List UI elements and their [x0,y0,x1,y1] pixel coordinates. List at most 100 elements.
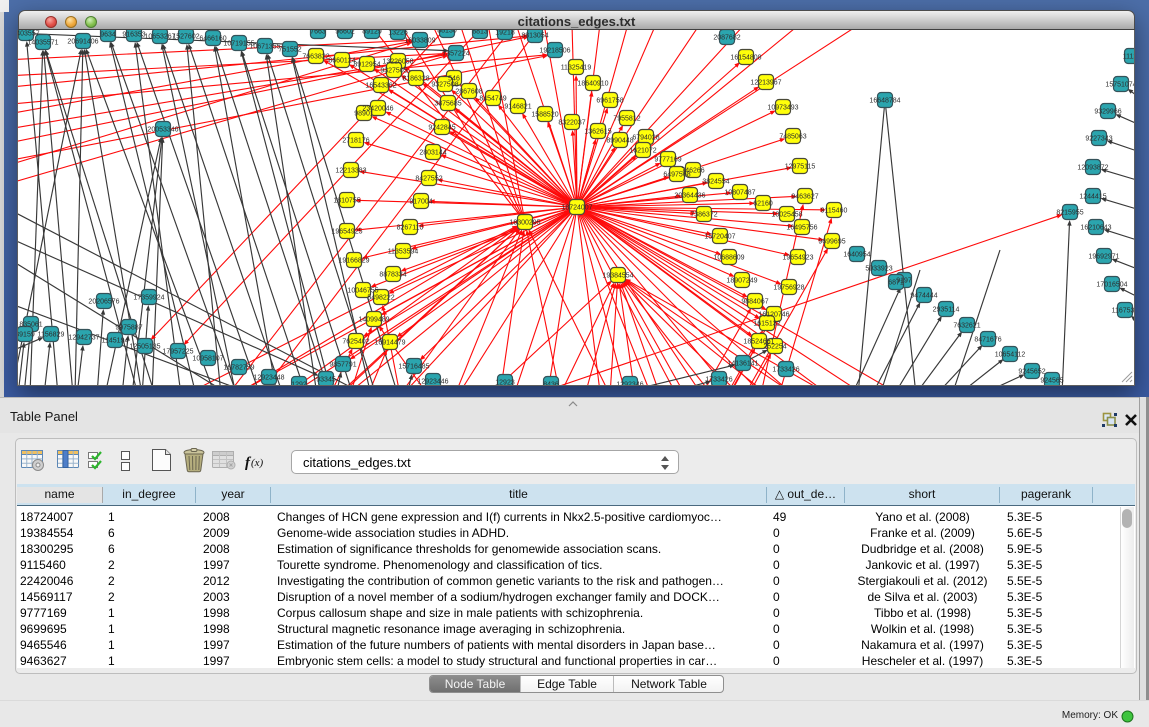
svg-text:93345: 93345 [316,376,336,383]
svg-text:14099489: 14099489 [358,316,389,323]
svg-text:1527602: 1527602 [172,33,199,40]
svg-text:6871: 6871 [888,279,904,286]
svg-text:1292346: 1292346 [616,381,643,385]
svg-text:2718176: 2718176 [342,137,369,144]
svg-text:16210643: 16210643 [1080,224,1111,231]
svg-text:9245652: 9245652 [1018,368,1045,375]
svg-text:13226058: 13226058 [382,58,413,65]
svg-text:10653267: 10653267 [144,33,175,40]
svg-text:3824554: 3824554 [702,178,729,185]
svg-text:39159: 39159 [18,331,35,338]
svg-text:17016504: 17016504 [1096,281,1127,288]
svg-text:2087682: 2087682 [713,34,740,41]
svg-text:8813054: 8813054 [521,32,548,39]
svg-text:11353594: 11353594 [388,248,419,255]
svg-text:9634: 9634 [100,31,116,38]
svg-text:9329966: 9329966 [1094,108,1121,115]
svg-text:8186328: 8186328 [402,75,429,82]
svg-text:14136141: 14136141 [727,360,758,367]
svg-text:16033809: 16033809 [404,37,435,44]
svg-text:9115460: 9115460 [821,207,848,214]
svg-text:19384554: 19384554 [602,272,633,279]
svg-text:98901: 98901 [354,110,374,117]
svg-text:7357224: 7357224 [442,50,469,57]
svg-text:8436: 8436 [543,381,559,385]
svg-text:1156829: 1156829 [38,331,65,338]
svg-text:1640954: 1640954 [843,251,870,258]
svg-text:12975115: 12975115 [785,163,816,170]
svg-text:15720407: 15720407 [704,233,735,240]
svg-text:917004: 917004 [409,198,432,205]
svg-text:19654925: 19654925 [331,228,362,235]
svg-text:9975887: 9975887 [115,324,142,331]
svg-text:6794028: 6794028 [632,134,659,141]
svg-text:8215955: 8215955 [1056,209,1083,216]
svg-text:12213967: 12213967 [750,79,781,86]
svg-text:9474444: 9474444 [910,292,937,299]
svg-text:16914479: 16914479 [374,339,405,346]
svg-text:9884067: 9884067 [741,298,768,305]
svg-text:17359924: 17359924 [133,294,164,301]
svg-text:9857791: 9857791 [329,361,356,368]
svg-text:1167533: 1167533 [1112,307,1134,314]
svg-text:7625402: 7625402 [342,338,369,345]
svg-text:1621072: 1621072 [629,147,656,154]
svg-text:10688609: 10688609 [713,254,744,261]
svg-text:3875685: 3875685 [434,100,461,107]
svg-text:16648784: 16648784 [869,97,900,104]
svg-text:8660124: 8660124 [328,57,355,64]
svg-text:15716485: 15716485 [398,363,429,370]
svg-text:18724007: 18724007 [561,204,592,211]
svg-text:9327508: 9327508 [431,81,458,88]
svg-text:16120746: 16120746 [758,311,789,318]
svg-text:924565: 924565 [1040,377,1063,384]
svg-text:2935114: 2935114 [933,306,960,313]
svg-text:12505135: 12505135 [129,343,160,350]
svg-text:16543362: 16543362 [365,82,396,89]
svg-text:9146821: 9146821 [504,103,531,110]
svg-text:1145194: 1145194 [102,337,129,344]
svg-text:12923448: 12923448 [253,374,284,381]
svg-text:18300295: 18300295 [509,219,540,226]
svg-text:8454749: 8454749 [479,95,506,102]
svg-text:19692971: 19692971 [1088,253,1119,260]
svg-text:20053346: 20053346 [147,126,178,133]
svg-text:6497568: 6497568 [663,171,690,178]
svg-text:8322037: 8322037 [558,119,585,126]
svg-text:10671355: 10671355 [249,43,280,50]
svg-text:10046755: 10046755 [347,287,378,294]
svg-text:12923: 12923 [495,379,515,385]
svg-text:9242845: 9242845 [428,124,455,131]
svg-text:19218506: 19218506 [539,47,570,54]
svg-text:13226: 13226 [388,30,408,36]
svg-text:1733426: 1733426 [772,366,799,373]
svg-text:1244415: 1244415 [1079,193,1106,200]
svg-text:19166829: 19166829 [338,257,369,264]
svg-text:8813: 8813 [472,30,488,35]
svg-text:252254: 252254 [763,343,786,350]
svg-text:10025458: 10025458 [771,211,802,218]
svg-text:1810755: 1810755 [333,197,360,204]
svg-text:9699695: 9699695 [818,238,845,245]
svg-text:20691406: 20691406 [67,38,98,45]
svg-text:7632621: 7632621 [953,322,980,329]
svg-text:16154808: 16154808 [730,54,761,61]
svg-text:9227343: 9227343 [1085,135,1112,142]
svg-text:1588520: 1588520 [531,111,558,118]
svg-text:2867608: 2867608 [455,88,482,95]
svg-text:19756928: 19756928 [773,284,804,291]
svg-text:16495756: 16495756 [786,224,817,231]
svg-text:15751074: 15751074 [1105,81,1134,88]
svg-text:12093872: 12093872 [1077,164,1108,171]
svg-text:8912954: 8912954 [353,61,380,68]
svg-text:1362615: 1362615 [584,128,611,135]
svg-text:7663822: 7663822 [302,53,329,60]
svg-text:88130: 88130 [437,30,457,34]
svg-text:1733426: 1733426 [705,376,732,383]
svg-text:1292: 1292 [291,381,307,385]
svg-text:16782759: 16782759 [223,364,254,371]
svg-text:18907249: 18907249 [726,277,757,284]
svg-text:11325419: 11325419 [561,64,592,71]
svg-text:10958107: 10958107 [192,355,223,362]
svg-text:5498222: 5498222 [367,294,394,301]
